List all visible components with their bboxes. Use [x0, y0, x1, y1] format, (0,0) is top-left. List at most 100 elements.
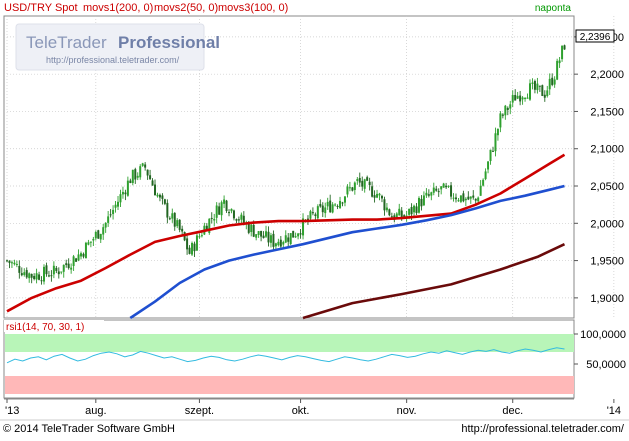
candle-body: [519, 95, 522, 102]
candle-body: [287, 237, 290, 242]
candle-body: [326, 201, 329, 207]
x-tick-label: aug.: [85, 405, 106, 417]
candle-body: [171, 213, 174, 219]
candle-body: [496, 128, 499, 136]
candle-body: [420, 198, 423, 207]
candle-body: [191, 242, 194, 255]
candle-body: [55, 267, 58, 271]
candle-body: [267, 231, 270, 243]
footer-url: http://professional.teletrader.com/: [461, 423, 625, 435]
candle-body: [533, 81, 536, 90]
watermark: TeleTrader Professional http://professio…: [15, 23, 220, 71]
candle-body: [378, 193, 381, 196]
candle-body: [292, 230, 295, 238]
candle-body: [250, 224, 253, 233]
candle-body: [272, 233, 275, 247]
candle-body: [487, 161, 490, 170]
candle-body: [43, 266, 46, 282]
candle-body: [319, 203, 322, 207]
candle-body: [163, 199, 166, 204]
footer-copyright: © 2014 TeleTrader Software GmbH: [3, 423, 175, 435]
candle-body: [223, 199, 226, 204]
candle-body: [8, 260, 11, 263]
candle-body: [361, 180, 364, 187]
chart-window: TeleTrader Professional http://professio…: [0, 0, 629, 436]
header-indicator-movs2: movs2(50, 0): [154, 2, 218, 14]
candle-body: [454, 197, 457, 200]
candle-body: [134, 169, 137, 180]
x-tick-label: '14: [607, 405, 621, 417]
candle-body: [240, 214, 243, 220]
candle-body: [80, 253, 83, 257]
candle-body: [450, 185, 453, 197]
candle-body: [339, 200, 342, 208]
price-y-tick-label: 2,0000: [590, 218, 624, 230]
candle-body: [499, 113, 502, 128]
candle-body: [99, 233, 102, 240]
candle-body: [215, 205, 218, 218]
candle-body: [124, 192, 127, 195]
candle-body: [380, 195, 383, 199]
candle-body: [28, 273, 31, 279]
candle-body: [77, 254, 80, 261]
price-y-tick-label: 2,0500: [590, 181, 624, 193]
candle-body: [390, 216, 393, 218]
candle-body: [316, 206, 319, 219]
candle-body: [484, 171, 487, 180]
candle-body: [425, 192, 428, 196]
candle-body: [119, 194, 122, 203]
candle-body: [82, 253, 85, 257]
candle-body: [18, 265, 21, 273]
x-tick-label: dec.: [502, 405, 523, 417]
candle-body: [274, 243, 277, 247]
candle-body: [6, 260, 8, 262]
last-price-badge: 2,2396: [575, 29, 615, 43]
rsi-y-axis: 50,0000 100,0000: [574, 329, 626, 371]
rsi-label: rsi1(14, 70, 30, 1): [6, 322, 84, 333]
candle-body: [442, 183, 445, 188]
candle-body: [282, 242, 285, 245]
candle-body: [166, 202, 169, 218]
candle-body: [173, 212, 176, 227]
candle-body: [531, 82, 534, 84]
candle-body: [149, 175, 152, 180]
candle-body: [558, 60, 561, 64]
candle-body: [551, 77, 554, 85]
candle-body: [358, 177, 361, 183]
candle-body: [329, 200, 332, 213]
candle-body: [139, 166, 142, 178]
price-y-tick-label: 2,1500: [590, 106, 624, 118]
candle-body: [228, 212, 231, 214]
candle-body: [97, 230, 100, 239]
last-price-value: 2,2396: [580, 32, 611, 43]
candle-body: [432, 187, 435, 193]
candle-body: [435, 188, 438, 191]
candle-body: [89, 241, 92, 243]
candle-body: [94, 231, 97, 239]
candle-body: [121, 191, 124, 195]
candle-body: [489, 149, 492, 162]
candle-body: [440, 186, 443, 190]
watermark-brand-bold: Professional: [118, 33, 220, 52]
candle-body: [84, 242, 87, 259]
candle-body: [87, 242, 90, 245]
watermark-url: http://professional.teletrader.com/: [46, 55, 180, 65]
candle-body: [10, 262, 13, 264]
candle-body: [388, 209, 391, 216]
candle-body: [40, 280, 43, 282]
candle-body: [70, 267, 73, 270]
price-y-tick-label: 1,9000: [590, 293, 624, 305]
candle-body: [193, 243, 196, 252]
candle-body: [457, 200, 460, 202]
candle-body: [195, 235, 198, 251]
candle-body: [141, 163, 144, 166]
rsi-y-tick-label: 50,0000: [586, 359, 626, 371]
candle-body: [262, 235, 265, 239]
candle-body: [445, 185, 448, 188]
candle-body: [491, 150, 494, 152]
candle-body: [321, 205, 324, 213]
candle-body: [109, 214, 112, 216]
x-tick-label: okt.: [292, 405, 310, 417]
candle-body: [146, 169, 149, 176]
candle-body: [356, 179, 359, 181]
